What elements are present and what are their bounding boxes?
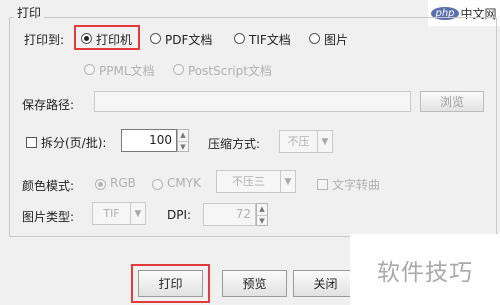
dpi-spinner[interactable]: ▲ ▼ [256, 203, 268, 226]
radio-pdf-dot [150, 33, 161, 44]
radio-cmyk-dot [152, 179, 163, 190]
chevron-down-icon: ▼ [280, 171, 295, 192]
radio-postscript-label: PostScript文档 [188, 64, 272, 78]
text-to-curve-box [317, 179, 328, 190]
radio-rgb[interactable] [95, 177, 106, 191]
tips-watermark: 软件技巧 [350, 234, 500, 305]
color-mode-select-value: 不压三 [232, 175, 265, 188]
close-button[interactable]: 关闭 [293, 270, 358, 297]
save-path-label: 保存路径: [22, 98, 75, 112]
radio-tif-label: TIF文档 [249, 33, 291, 47]
browse-button[interactable]: 浏览 [420, 91, 484, 112]
dpi-input[interactable]: 72 [203, 203, 256, 226]
text-to-curve-label: 文字转曲 [332, 178, 381, 192]
preview-button[interactable]: 预览 [222, 270, 287, 297]
print-to-label: 打印到: [24, 33, 65, 47]
image-type-select[interactable]: TIF ▼ [92, 202, 146, 225]
group-title: 打印 [14, 4, 45, 21]
split-spin-down-icon[interactable]: ▼ [178, 142, 188, 153]
split-spinner[interactable]: ▲ ▼ [177, 129, 189, 152]
compression-label: 压缩方式: [208, 137, 261, 151]
chevron-down-icon: ▼ [130, 203, 145, 224]
chevron-down-icon: ▼ [317, 131, 332, 152]
radio-printer-label: 打印机 [96, 33, 133, 47]
print-button[interactable]: 打印 [138, 270, 203, 297]
split-checkbox-box [26, 137, 37, 148]
radio-printer[interactable] [81, 31, 92, 45]
radio-printer-dot [81, 33, 92, 44]
radio-cmyk[interactable] [152, 177, 163, 191]
color-mode-select[interactable]: 不压三 ▼ [216, 170, 296, 193]
radio-pdf-label: PDF文档 [165, 33, 213, 47]
color-mode-label: 颜色模式: [22, 179, 75, 193]
text-to-curve-checkbox[interactable] [317, 177, 328, 191]
dpi-label: DPI: [167, 208, 192, 222]
radio-image[interactable] [309, 31, 320, 45]
radio-ppml-dot [84, 64, 95, 75]
compression-select[interactable]: 不压 ▼ [279, 130, 333, 153]
dpi-spin-up-icon[interactable]: ▲ [257, 204, 267, 216]
image-type-label: 图片类型: [22, 210, 75, 224]
save-path-input[interactable] [94, 91, 411, 112]
radio-rgb-dot [95, 179, 106, 190]
radio-postscript-dot [173, 64, 184, 75]
split-spin-up-icon[interactable]: ▲ [178, 130, 188, 142]
radio-tif[interactable] [234, 31, 245, 45]
radio-cmyk-label: CMYK [167, 176, 201, 190]
split-checkbox[interactable] [26, 135, 37, 149]
split-input[interactable]: 100 [121, 129, 177, 152]
split-label: 拆分(页/批): [41, 136, 107, 150]
image-type-value: TIF [103, 207, 120, 220]
radio-rgb-label: RGB [110, 176, 136, 190]
radio-ppml[interactable] [84, 62, 95, 76]
radio-image-dot [309, 33, 320, 44]
radio-ppml-label: PPML文档 [99, 64, 155, 78]
radio-pdf[interactable] [150, 31, 161, 45]
radio-postscript[interactable] [173, 62, 184, 76]
dpi-spin-down-icon[interactable]: ▼ [257, 216, 267, 227]
compression-value: 不压 [287, 135, 310, 148]
radio-tif-dot [234, 33, 245, 44]
radio-image-label: 图片 [324, 33, 349, 47]
